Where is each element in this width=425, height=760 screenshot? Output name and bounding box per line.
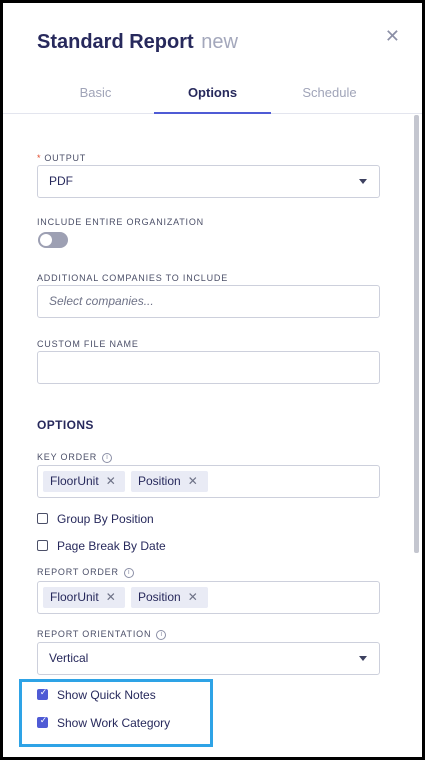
report-dialog: Standard Report new ✕ Basic Options Sche…: [0, 0, 425, 760]
chevron-down-icon: [359, 656, 367, 661]
key-order-select[interactable]: FloorUnit ✕ Position ✕: [37, 465, 380, 498]
check-icon: ✓: [39, 716, 48, 726]
report-order-select[interactable]: FloorUnit ✕ Position ✕: [37, 581, 380, 614]
required-marker: *: [37, 153, 42, 163]
checkbox-box: [37, 513, 48, 524]
report-orientation-select[interactable]: Vertical: [37, 642, 380, 675]
tag-label: Position: [138, 590, 181, 604]
key-order-label: KEY ORDER i: [37, 452, 113, 463]
output-value: PDF: [49, 174, 73, 188]
info-icon[interactable]: i: [156, 629, 167, 640]
remove-tag-icon[interactable]: ✕: [188, 590, 198, 604]
page-break-by-date-label: Page Break By Date: [57, 539, 166, 553]
report-order-tag: Position ✕: [131, 587, 208, 608]
dialog-title-text: Standard Report: [37, 31, 194, 53]
output-select[interactable]: PDF: [37, 165, 380, 198]
tab-basic[interactable]: Basic: [37, 73, 154, 113]
options-section-title: OPTIONS: [37, 418, 94, 432]
key-order-tag: FloorUnit ✕: [43, 471, 125, 492]
info-icon[interactable]: i: [102, 452, 113, 463]
report-order-tag: FloorUnit ✕: [43, 587, 125, 608]
report-orientation-label: REPORT ORIENTATION i: [37, 629, 167, 640]
custom-file-name-input[interactable]: [37, 351, 380, 384]
show-quick-notes-label: Show Quick Notes: [57, 688, 156, 702]
tab-bar: Basic Options Schedule: [3, 73, 422, 114]
group-by-position-label: Group By Position: [57, 512, 154, 526]
scrollbar[interactable]: [414, 115, 419, 553]
tab-options[interactable]: Options: [154, 73, 271, 114]
include-org-label: INCLUDE ENTIRE ORGANIZATION: [37, 217, 204, 227]
close-icon[interactable]: ✕: [385, 27, 400, 45]
key-order-label-text: KEY ORDER: [37, 452, 98, 462]
toggle-knob: [40, 234, 52, 246]
tag-label: Position: [138, 474, 181, 488]
checkbox-box: ✓: [37, 716, 48, 728]
info-icon[interactable]: i: [123, 567, 134, 578]
options-form: * OUTPUT PDF INCLUDE ENTIRE ORGANIZATION …: [37, 115, 382, 755]
custom-file-name-label: CUSTOM FILE NAME: [37, 339, 139, 349]
tag-label: FloorUnit: [50, 590, 99, 604]
output-label-text: OUTPUT: [44, 153, 87, 163]
report-orientation-label-text: REPORT ORIENTATION: [37, 629, 152, 639]
output-label: * OUTPUT: [37, 153, 86, 163]
dialog-title-suffix: new: [201, 31, 238, 53]
companies-placeholder: Select companies...: [49, 294, 154, 308]
show-work-category-label: Show Work Category: [57, 716, 171, 730]
key-order-tag: Position ✕: [131, 471, 208, 492]
remove-tag-icon[interactable]: ✕: [188, 474, 198, 488]
remove-tag-icon[interactable]: ✕: [106, 474, 116, 488]
report-order-label: REPORT ORDER i: [37, 567, 134, 578]
checkbox-box: ✓: [37, 688, 48, 700]
checkbox-box: [37, 540, 48, 551]
tab-schedule[interactable]: Schedule: [271, 73, 388, 113]
additional-companies-label: ADDITIONAL COMPANIES TO INCLUDE: [37, 273, 228, 283]
report-order-label-text: REPORT ORDER: [37, 567, 119, 577]
dialog-title: Standard Report new: [37, 31, 238, 54]
chevron-down-icon: [359, 179, 367, 184]
include-org-toggle[interactable]: [38, 232, 68, 248]
tag-label: FloorUnit: [50, 474, 99, 488]
report-orientation-value: Vertical: [49, 651, 89, 665]
companies-select[interactable]: Select companies...: [37, 285, 380, 318]
check-icon: ✓: [39, 688, 48, 698]
remove-tag-icon[interactable]: ✕: [106, 590, 116, 604]
